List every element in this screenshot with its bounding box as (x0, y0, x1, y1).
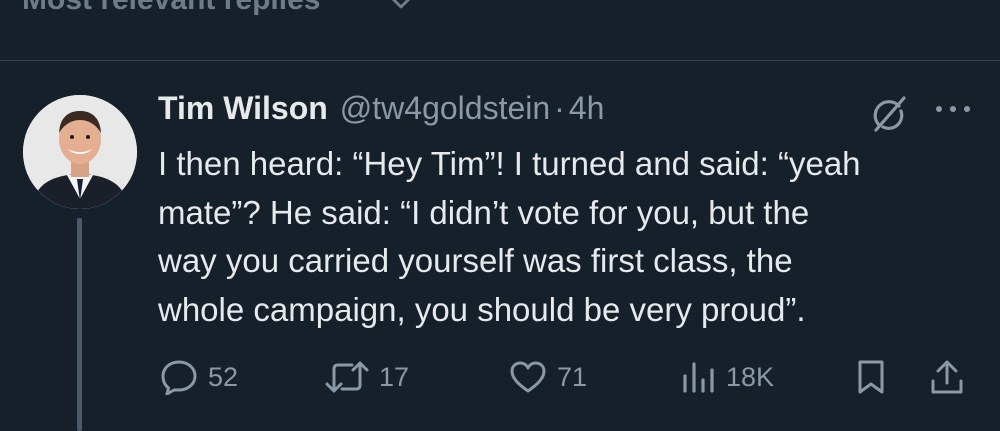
views-button[interactable]: 18K (680, 352, 774, 402)
like-count: 71 (557, 361, 588, 392)
bar-chart-icon (683, 362, 714, 393)
tweet-header: Tim Wilson @tw4goldstein · 4h (158, 90, 604, 134)
tweet-text-line: I then heard: “Hey Tim”! I turned and sa… (158, 145, 861, 182)
separator-dot: · (554, 90, 565, 126)
tweet-action-bar: 52 17 71 18K (0, 352, 1000, 402)
replies-sort-button[interactable]: Most relevant replies (22, 0, 320, 17)
reply-thread-view: Most relevant replies Tim Wilson @tw4gol… (0, 0, 1000, 431)
repost-button[interactable]: 17 (325, 352, 409, 402)
grok-icon[interactable] (868, 94, 910, 134)
tweet-text-line: way you carried yourself was first class… (158, 242, 793, 279)
tweet-timestamp[interactable]: 4h (569, 90, 605, 127)
heart-icon (510, 361, 546, 393)
replies-sort-bar: Most relevant replies (0, 0, 1000, 61)
avatar[interactable] (23, 95, 137, 209)
like-button[interactable]: 71 (509, 352, 587, 402)
reply-button[interactable]: 52 (160, 352, 238, 402)
author-handle[interactable]: @tw4goldstein (340, 90, 550, 127)
reply-count: 52 (208, 361, 239, 392)
bookmark-icon (858, 360, 884, 394)
avatar-photo (23, 95, 137, 209)
repost-count: 17 (379, 361, 410, 392)
share-icon (931, 360, 963, 394)
author-name[interactable]: Tim Wilson (158, 90, 328, 127)
repost-icon (325, 361, 369, 393)
bookmark-button[interactable] (856, 352, 886, 402)
chevron-down-icon[interactable] (388, 0, 414, 12)
more-options-icon[interactable] (933, 102, 973, 116)
tweet-text-line: mate”? He said: “I didn’t vote for you, … (158, 193, 810, 231)
reply-icon (161, 360, 197, 395)
share-button[interactable] (930, 352, 964, 402)
tweet-text-line: whole campaign, you should be very proud… (158, 290, 806, 328)
views-count: 18K (726, 361, 775, 392)
tweet-text: I then heard: “Hey Tim”! I turned and sa… (158, 140, 988, 334)
